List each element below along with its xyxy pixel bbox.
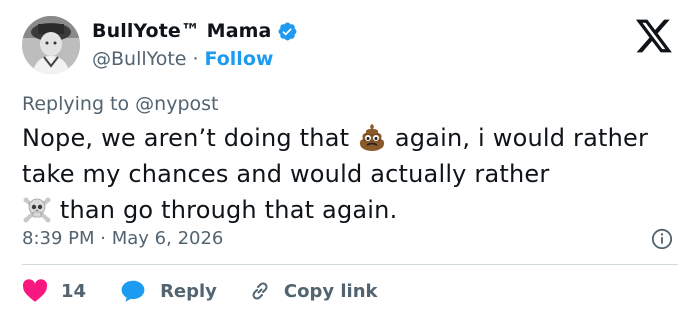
avatar[interactable]	[22, 16, 80, 74]
author-name-row: BullYote™ Mama	[92, 20, 298, 42]
reply-button[interactable]: Reply	[120, 279, 217, 303]
separator-dot: ·	[192, 48, 199, 70]
meta-separator: ·	[100, 228, 106, 249]
tweet-date: May 6, 2026	[111, 228, 224, 249]
author-display-name[interactable]: BullYote™ Mama	[92, 20, 271, 42]
pile-of-poo-icon	[357, 122, 387, 152]
tweet-text: Nope, we aren’t doing that again, i woul…	[22, 120, 682, 228]
divider	[22, 264, 678, 265]
speech-bubble-icon	[120, 279, 146, 303]
x-logo-icon[interactable]	[634, 18, 674, 54]
reply-context-prefix: Replying to	[22, 93, 130, 115]
reply-context: Replying to @nypost	[22, 93, 219, 115]
like-count: 14	[61, 280, 87, 302]
author-handle[interactable]: @BullYote	[92, 48, 186, 70]
heart-icon	[22, 279, 48, 303]
verified-badge-icon	[277, 21, 298, 42]
copy-link-label: Copy link	[283, 280, 378, 302]
reply-mention[interactable]: @nypost	[135, 93, 218, 115]
info-icon[interactable]	[651, 228, 673, 250]
action-bar: 14 Reply Copy link	[22, 276, 378, 306]
tweet-text-part-1: Nope, we aren’t doing that	[22, 124, 358, 152]
author-handle-row: @BullYote · Follow	[92, 48, 273, 70]
reply-label: Reply	[160, 280, 217, 302]
like-button[interactable]: 14	[22, 279, 86, 303]
tweet-text-part-3: than go through that again.	[52, 196, 398, 224]
copy-link-button[interactable]: Copy link	[248, 279, 378, 303]
tweet-timestamp[interactable]: 8:39 PM · May 6, 2026	[22, 228, 223, 249]
skull-and-crossbones-icon	[22, 194, 52, 224]
avatar-image	[22, 16, 80, 74]
tweet-time: 8:39 PM	[22, 228, 95, 249]
follow-button[interactable]: Follow	[205, 48, 274, 70]
tweet-card: BullYote™ Mama @BullYote · Follow Replyi…	[0, 0, 700, 318]
link-icon	[248, 279, 272, 303]
